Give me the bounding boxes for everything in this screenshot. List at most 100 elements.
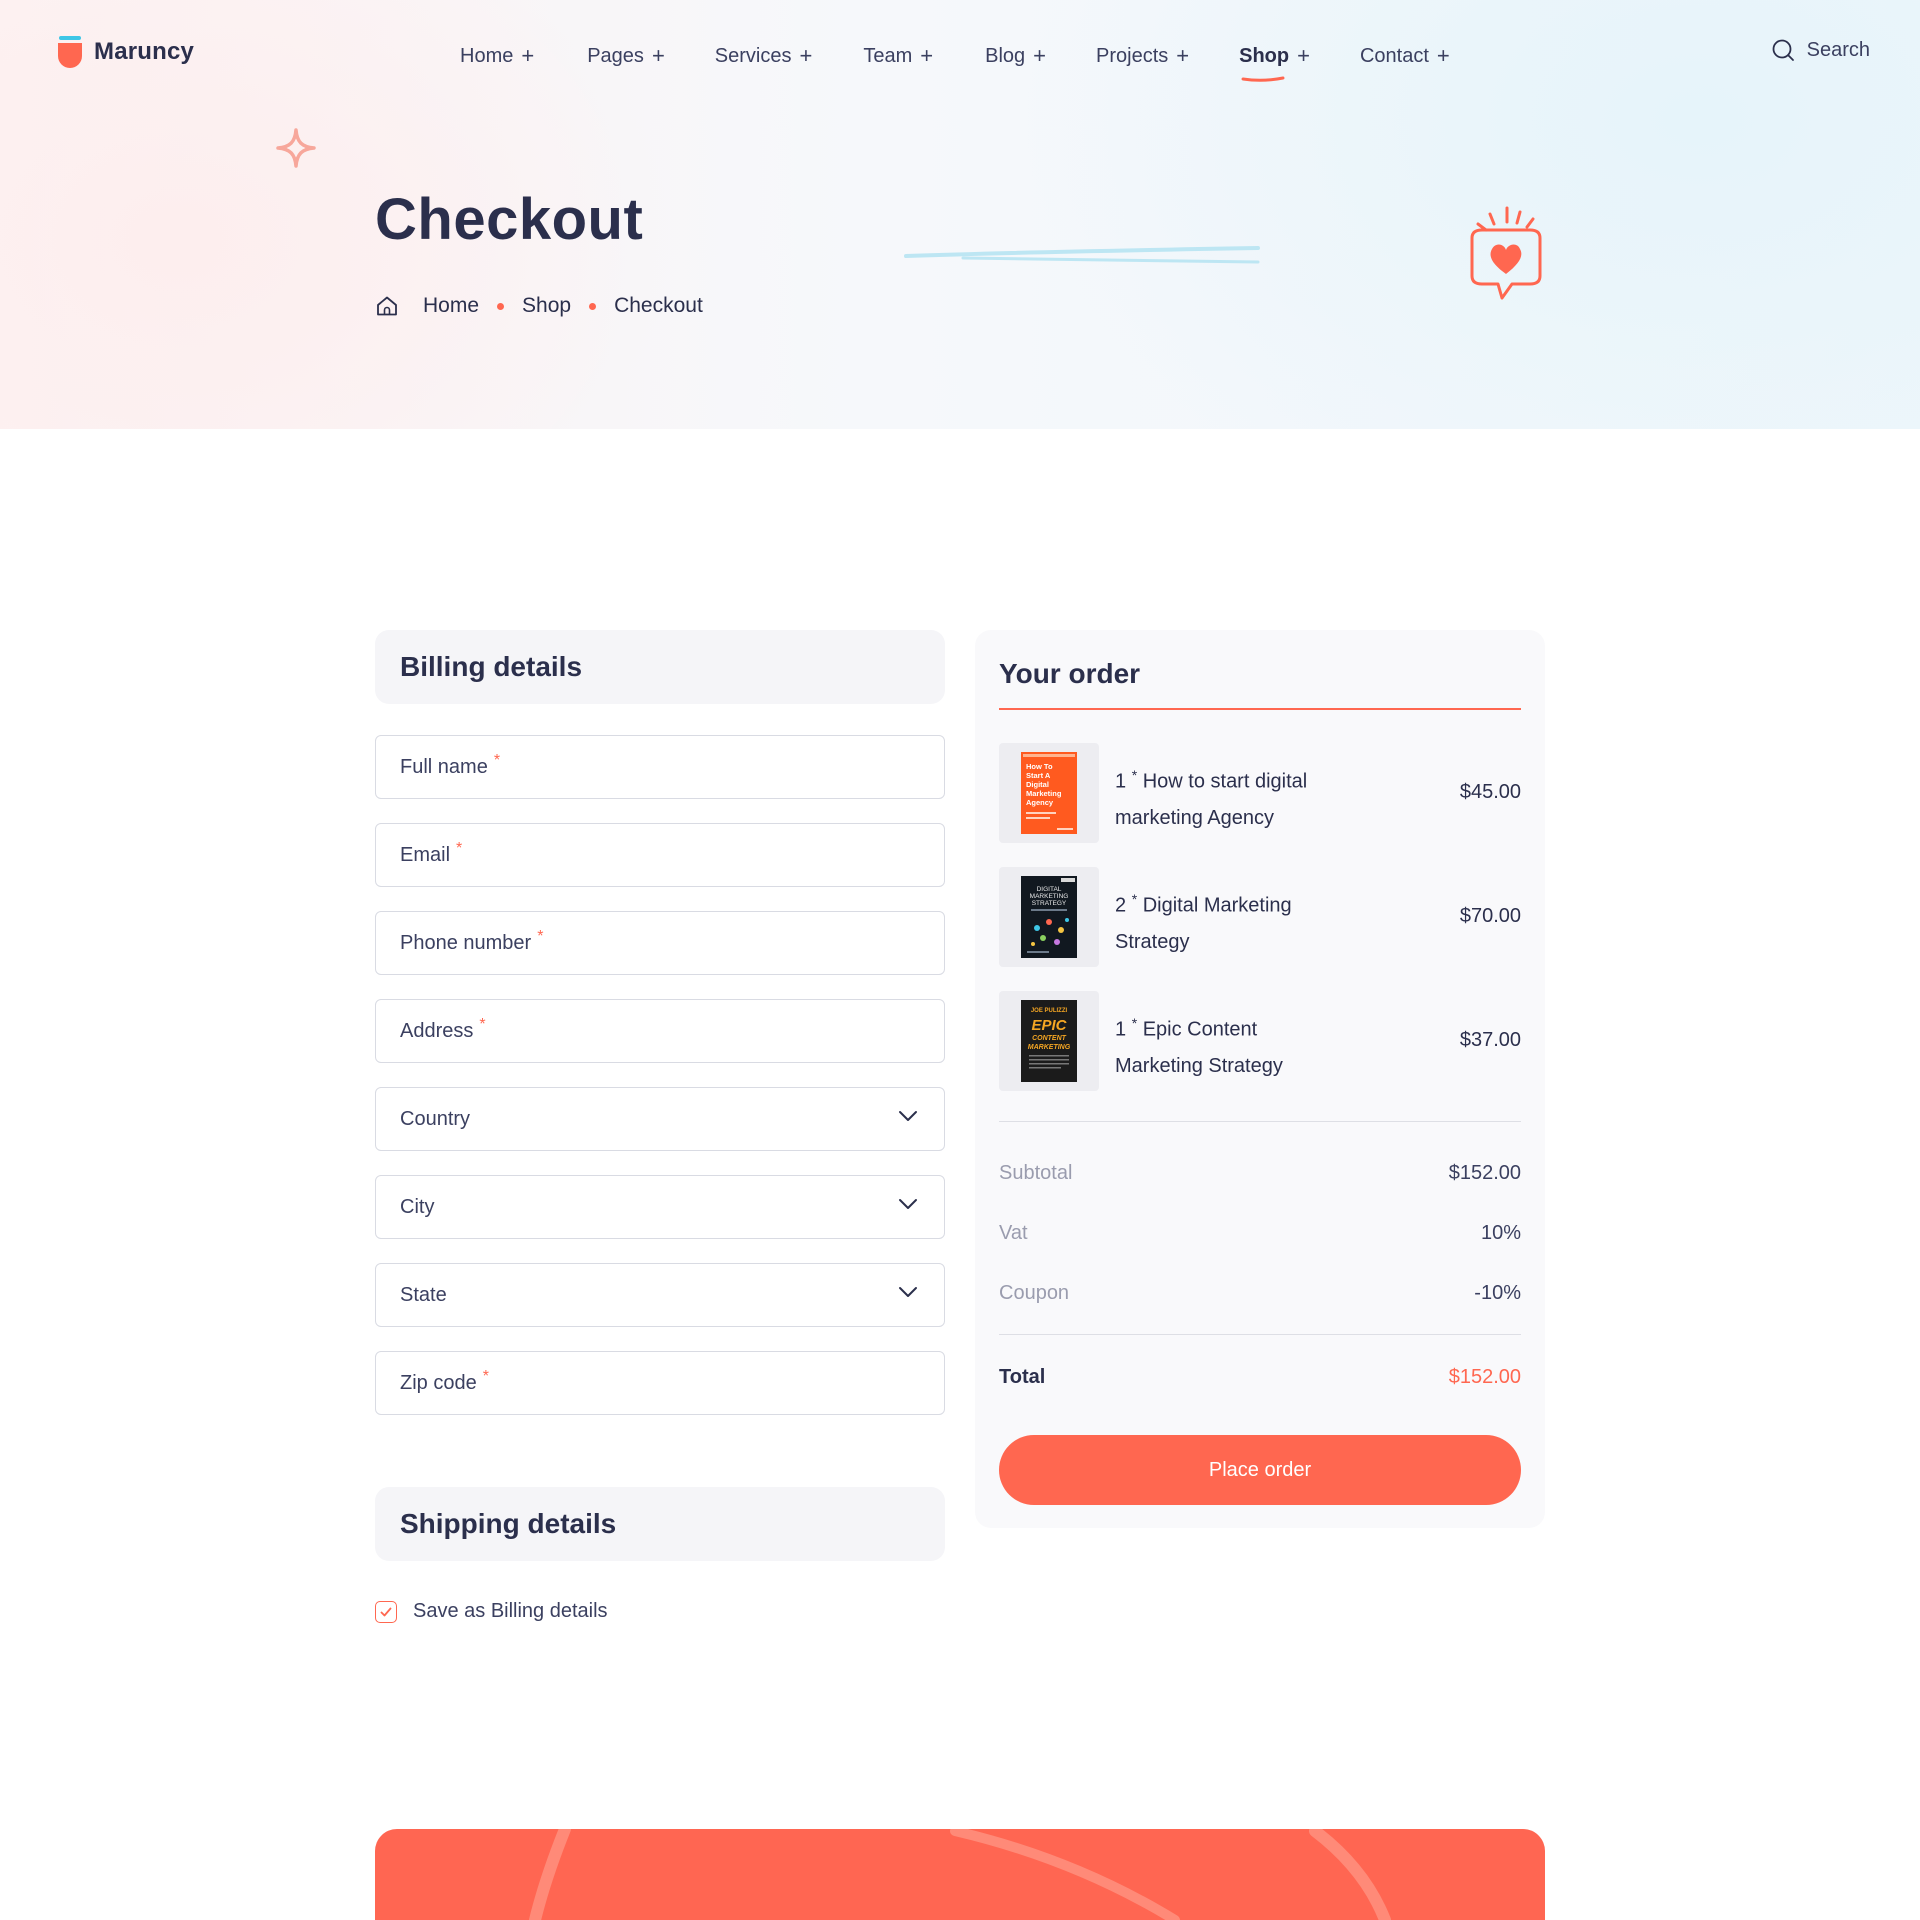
book-cover-image: JOE PULIZZI EPIC CONTENT MARKETING — [1021, 1000, 1077, 1082]
shipping-heading-text: Shipping details — [400, 1508, 617, 1539]
plus-icon: + — [1176, 43, 1190, 68]
item-price: $70.00 — [1459, 905, 1521, 927]
nav-item-contact[interactable]: Contact + — [1360, 42, 1450, 70]
city-select[interactable]: City — [375, 1175, 945, 1239]
footer-cta-band — [375, 1829, 1545, 1920]
nav-label: Team — [863, 44, 913, 67]
vat-label: Vat — [999, 1222, 1028, 1244]
svg-text:Start A: Start A — [1026, 771, 1051, 780]
required-mark: * — [479, 1016, 486, 1033]
page-hero: Maruncy Home + Pages + Services + Team + Blo… — [0, 0, 1920, 429]
svg-text:EPIC: EPIC — [1031, 1017, 1067, 1034]
field-placeholder: Full name — [400, 755, 488, 778]
chevron-down-icon — [899, 1199, 917, 1209]
search-button[interactable]: Search — [1771, 38, 1870, 62]
nav-label: Services — [714, 44, 792, 67]
email-field[interactable]: Email * — [375, 823, 945, 887]
book-cover-image: How To Start A Digital Marketing Agency — [1021, 752, 1077, 834]
breadcrumb-shop[interactable]: Shop — [522, 294, 571, 318]
required-mark: * — [482, 1368, 489, 1385]
product-thumbnail[interactable]: DIGITAL MARKETING STRATEGY — [999, 867, 1099, 967]
nav-label: Shop — [1239, 44, 1290, 67]
plus-icon: + — [1297, 43, 1310, 68]
nav-label: Projects — [1096, 44, 1169, 67]
svg-text:DIGITAL: DIGITAL — [1037, 886, 1062, 893]
select-value: State — [400, 1283, 447, 1306]
field-placeholder: Address — [400, 1019, 474, 1042]
svg-text:CONTENT: CONTENT — [1032, 1035, 1067, 1042]
item-qty: 1 — [1115, 770, 1127, 793]
required-mark: * — [537, 928, 544, 945]
nav-label: Contact — [1359, 44, 1429, 67]
place-order-button[interactable]: Place order — [999, 1435, 1521, 1505]
order-item: How To Start A Digital Marketing Agency … — [999, 743, 1521, 843]
plus-icon: + — [799, 43, 813, 68]
product-name[interactable]: 1 * How to start digital marketing Agenc… — [1115, 757, 1375, 836]
shipping-heading: Shipping details — [375, 1487, 945, 1561]
scribble-decoration — [904, 246, 1260, 264]
nav-item-shop[interactable]: Shop + — [1239, 42, 1310, 82]
item-price: $45.00 — [1459, 781, 1521, 803]
nav-item-blog[interactable]: Blog + — [985, 42, 1046, 70]
svg-text:STRATEGY: STRATEGY — [1032, 900, 1067, 907]
logo[interactable]: Maruncy — [58, 36, 194, 68]
order-heading-rule — [999, 708, 1521, 710]
nav-item-services[interactable]: Services + — [715, 42, 813, 70]
nav-label: Home — [460, 44, 514, 67]
full-name-field[interactable]: Full name * — [375, 735, 945, 799]
vat-row: Vat 10% — [999, 1222, 1521, 1245]
breadcrumb-current: Checkout — [614, 294, 703, 317]
product-name[interactable]: 2 * Digital Marketing Strategy — [1115, 881, 1375, 960]
item-name-line1: Epic Content — [1142, 1018, 1258, 1041]
page-title: Checkout — [375, 187, 644, 252]
phone-number-field[interactable]: Phone number * — [375, 911, 945, 975]
nav-item-projects[interactable]: Projects + — [1096, 42, 1189, 70]
heart-bubble-decoration — [1470, 206, 1542, 300]
subtotal-value: $152.00 — [1448, 1162, 1521, 1184]
footer-decoration — [529, 1829, 1391, 1920]
order-summary-card: Your order How To Start A Digital Market… — [975, 630, 1545, 1528]
nav-item-pages[interactable]: Pages + — [587, 42, 665, 70]
field-placeholder: Phone number — [400, 931, 532, 954]
breadcrumb-home[interactable]: Home — [423, 294, 479, 318]
save-as-billing-checkbox[interactable]: Save as Billing details — [375, 1600, 608, 1623]
nav-item-home[interactable]: Home + — [460, 42, 534, 70]
state-select[interactable]: State — [375, 1263, 945, 1327]
product-thumbnail[interactable]: How To Start A Digital Marketing Agency — [999, 743, 1099, 843]
country-select[interactable]: Country — [375, 1087, 945, 1151]
order-heading: Your order — [999, 658, 1141, 689]
select-value: Country — [400, 1107, 471, 1130]
svg-text:How To: How To — [1026, 762, 1053, 771]
total-value: $152.00 — [1448, 1366, 1521, 1388]
product-thumbnail[interactable]: JOE PULIZZI EPIC CONTENT MARKETING — [999, 991, 1099, 1091]
vat-value: 10% — [1480, 1222, 1521, 1244]
item-name-line1: How to start digital — [1142, 770, 1308, 793]
home-icon[interactable] — [375, 294, 399, 318]
billing-heading-text: Billing details — [400, 651, 583, 682]
nav-label: Pages — [587, 44, 644, 67]
billing-heading: Billing details — [375, 630, 945, 704]
order-item: JOE PULIZZI EPIC CONTENT MARKETING 1 * E… — [999, 991, 1521, 1091]
divider — [999, 1334, 1521, 1335]
zip-code-field[interactable]: Zip code * — [375, 1351, 945, 1415]
checkbox-checked-icon[interactable] — [375, 1600, 397, 1623]
search-icon — [1772, 39, 1794, 61]
chevron-down-icon — [899, 1287, 917, 1297]
product-name[interactable]: 1 * Epic Content Marketing Strategy — [1115, 1005, 1375, 1084]
item-name-line2: Marketing Strategy — [1115, 1054, 1283, 1077]
total-label: Total — [999, 1366, 1046, 1388]
svg-text:Digital: Digital — [1026, 780, 1049, 789]
nav-item-team[interactable]: Team + — [863, 42, 933, 70]
nav-label: Blog — [985, 44, 1026, 67]
sparkle-decoration — [276, 128, 316, 168]
qty-separator: * — [1131, 767, 1138, 783]
select-value: City — [400, 1195, 435, 1218]
field-placeholder: Zip code — [400, 1371, 477, 1394]
qty-separator: * — [1131, 1015, 1138, 1031]
chevron-down-icon — [899, 1111, 917, 1121]
item-qty: 2 — [1115, 894, 1127, 917]
svg-text:Agency: Agency — [1026, 798, 1054, 807]
breadcrumb-separator — [589, 302, 597, 310]
address-field[interactable]: Address * — [375, 999, 945, 1063]
total-row: Total $152.00 — [999, 1366, 1521, 1389]
